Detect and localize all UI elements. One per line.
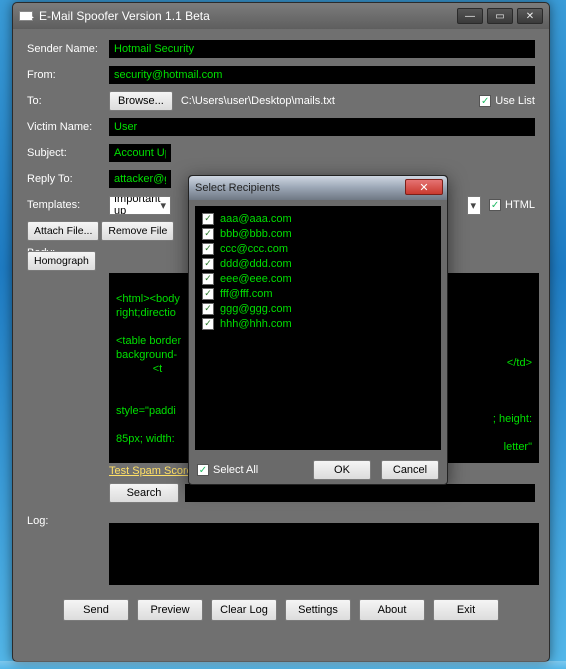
dialog-close-button[interactable]: ✕ bbox=[405, 179, 443, 195]
checkmark-icon: ✓ bbox=[202, 318, 214, 330]
preview-button[interactable]: Preview bbox=[137, 599, 203, 621]
list-item[interactable]: ✓bbb@bbb.com bbox=[202, 226, 434, 241]
titlebar[interactable]: E-Mail Spoofer Version 1.1 Beta — ▭ ✕ bbox=[13, 3, 549, 29]
cancel-button[interactable]: Cancel bbox=[381, 460, 439, 480]
from-input[interactable] bbox=[109, 66, 535, 84]
recipients-list[interactable]: ✓aaa@aaa.com ✓bbb@bbb.com ✓ccc@ccc.com ✓… bbox=[195, 206, 441, 450]
send-button[interactable]: Send bbox=[63, 599, 129, 621]
dialog-title: Select Recipients bbox=[195, 182, 280, 194]
checkmark-icon: ✓ bbox=[489, 199, 501, 211]
window-controls: — ▭ ✕ bbox=[457, 8, 543, 24]
search-input[interactable] bbox=[185, 484, 535, 502]
test-spam-score-link[interactable]: Test Spam Score bbox=[109, 465, 193, 477]
use-list-checkbox[interactable]: ✓ Use List bbox=[479, 95, 535, 107]
taskbar bbox=[0, 661, 566, 669]
dialog-titlebar[interactable]: Select Recipients ✕ bbox=[189, 176, 447, 200]
settings-button[interactable]: Settings bbox=[285, 599, 351, 621]
list-item[interactable]: ✓ddd@ddd.com bbox=[202, 256, 434, 271]
html-checkbox[interactable]: ✓ HTML bbox=[489, 199, 535, 211]
select-all-checkbox[interactable]: ✓ Select All bbox=[197, 464, 258, 476]
minimize-button[interactable]: — bbox=[457, 8, 483, 24]
list-item[interactable]: ✓ccc@ccc.com bbox=[202, 241, 434, 256]
attach-file-button[interactable]: Attach File... bbox=[27, 221, 99, 241]
reply-to-input[interactable] bbox=[109, 170, 171, 188]
label-templates: Templates: bbox=[27, 199, 109, 211]
exit-button[interactable]: Exit bbox=[433, 599, 499, 621]
ok-button[interactable]: OK bbox=[313, 460, 371, 480]
templates-dropdown[interactable]: Important up bbox=[109, 196, 171, 215]
maximize-button[interactable]: ▭ bbox=[487, 8, 513, 24]
label-from: From: bbox=[27, 69, 109, 81]
checkmark-icon: ✓ bbox=[202, 258, 214, 270]
bottom-toolbar: Send Preview Clear Log Settings About Ex… bbox=[27, 599, 535, 621]
about-button[interactable]: About bbox=[359, 599, 425, 621]
label-log: Log: bbox=[27, 515, 109, 527]
label-reply-to: Reply To: bbox=[27, 173, 109, 185]
checkmark-icon: ✓ bbox=[202, 273, 214, 285]
list-item[interactable]: ✓hhh@hhh.com bbox=[202, 316, 434, 331]
subject-input[interactable] bbox=[109, 144, 171, 162]
browse-button[interactable]: Browse... bbox=[109, 91, 173, 111]
label-to: To: bbox=[27, 95, 109, 107]
search-button[interactable]: Search bbox=[109, 483, 179, 503]
list-item[interactable]: ✓fff@fff.com bbox=[202, 286, 434, 301]
secondary-dropdown[interactable] bbox=[467, 196, 481, 215]
select-recipients-dialog: Select Recipients ✕ ✓aaa@aaa.com ✓bbb@bb… bbox=[188, 175, 448, 485]
label-sender-name: Sender Name: bbox=[27, 43, 109, 55]
homograph-button[interactable]: Homograph bbox=[27, 251, 96, 271]
remove-file-button[interactable]: Remove File bbox=[101, 221, 174, 241]
list-item[interactable]: ✓eee@eee.com bbox=[202, 271, 434, 286]
list-item[interactable]: ✓ggg@ggg.com bbox=[202, 301, 434, 316]
close-button[interactable]: ✕ bbox=[517, 8, 543, 24]
label-victim-name: Victim Name: bbox=[27, 121, 109, 133]
log-textarea[interactable] bbox=[109, 523, 539, 585]
checkmark-icon: ✓ bbox=[202, 243, 214, 255]
victim-name-input[interactable] bbox=[109, 118, 535, 136]
select-all-label: Select All bbox=[213, 464, 258, 476]
checkmark-icon: ✓ bbox=[202, 303, 214, 315]
checkmark-icon: ✓ bbox=[202, 228, 214, 240]
window-title: E-Mail Spoofer Version 1.1 Beta bbox=[39, 9, 457, 23]
templates-selected: Important up bbox=[114, 196, 166, 215]
use-list-label: Use List bbox=[495, 95, 535, 107]
envelope-icon bbox=[19, 11, 33, 21]
clear-log-button[interactable]: Clear Log bbox=[211, 599, 277, 621]
html-label: HTML bbox=[505, 199, 535, 211]
checkmark-icon: ✓ bbox=[479, 95, 491, 107]
checkmark-icon: ✓ bbox=[202, 288, 214, 300]
to-path: C:\Users\user\Desktop\mails.txt bbox=[181, 95, 335, 107]
checkmark-icon: ✓ bbox=[202, 213, 214, 225]
checkmark-icon: ✓ bbox=[197, 464, 209, 476]
label-subject: Subject: bbox=[27, 147, 109, 159]
dialog-footer: ✓ Select All OK Cancel bbox=[189, 456, 447, 484]
sender-name-input[interactable] bbox=[109, 40, 535, 58]
list-item[interactable]: ✓aaa@aaa.com bbox=[202, 211, 434, 226]
